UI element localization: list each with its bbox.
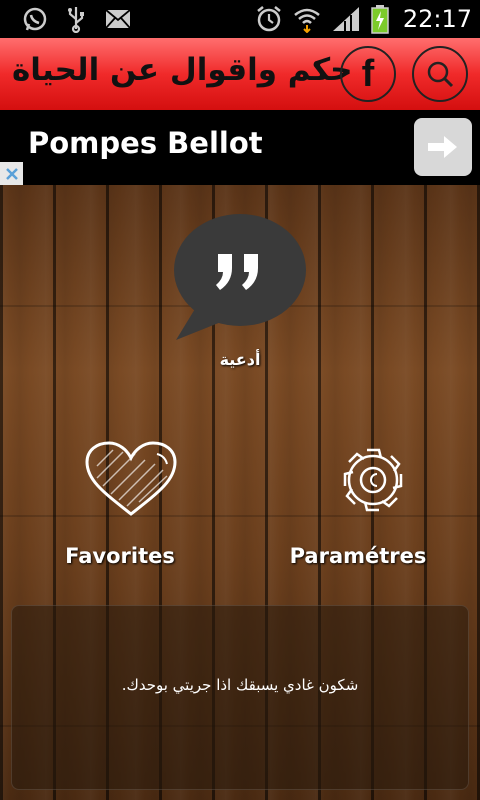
app-title: حكم واقوال عن الحياة	[12, 52, 353, 88]
signal-icon	[332, 7, 359, 31]
usb-icon	[68, 7, 84, 33]
ad-banner[interactable]: Pompes Bellot	[0, 110, 480, 185]
battery-charging-icon	[371, 5, 389, 34]
arrow-right-icon	[428, 136, 457, 158]
speech-bubble-quote-icon	[174, 214, 306, 340]
favorites-tile[interactable]: Favorites	[50, 440, 190, 568]
favorites-label[interactable]: Favorites	[50, 544, 190, 568]
status-bar: 22:17	[0, 0, 480, 38]
alarm-icon	[257, 6, 281, 32]
search-button[interactable]	[412, 46, 468, 102]
ad-close-button[interactable]	[0, 162, 23, 185]
ad-text[interactable]: Pompes Bellot	[28, 126, 263, 160]
facebook-button[interactable]: f	[340, 46, 396, 102]
wifi-icon	[294, 8, 320, 33]
gear-icon	[343, 448, 403, 512]
facebook-icon: f	[361, 53, 375, 95]
quote-card: شكون غادي يسبقك اذا جريتي بوحدك.	[11, 605, 469, 790]
quote-text: شكون غادي يسبقك اذا جريتي بوحدك.	[121, 676, 359, 694]
close-icon	[5, 167, 18, 180]
settings-label[interactable]: Paramétres	[288, 544, 428, 568]
status-time: 22:17	[402, 5, 472, 33]
ad-arrow-button[interactable]	[414, 118, 472, 176]
heart-icon	[85, 441, 177, 516]
whatsapp-icon	[23, 7, 47, 31]
app-bar: حكم واقوال عن الحياة f	[0, 38, 480, 112]
search-icon	[427, 61, 454, 88]
quotes-label[interactable]: أدعية	[170, 350, 310, 369]
quotes-tile[interactable]: أدعية	[170, 212, 310, 369]
settings-tile[interactable]: Paramétres	[288, 440, 428, 568]
mail-icon	[105, 9, 131, 29]
